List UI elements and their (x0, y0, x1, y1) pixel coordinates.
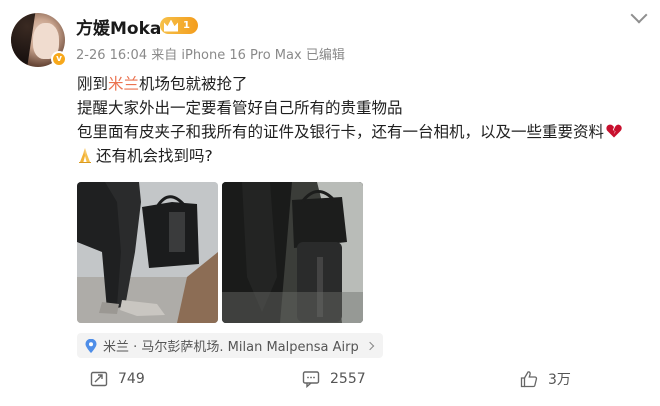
pray-icon (77, 146, 93, 163)
post-photo-2[interactable] (222, 182, 363, 323)
level-number: 1 (183, 20, 190, 31)
post-photo-1[interactable] (77, 182, 218, 323)
location-pin-icon (85, 338, 97, 353)
like-count: 3万 (548, 372, 571, 388)
chevron-down-icon[interactable] (630, 6, 648, 24)
crown-icon (164, 19, 178, 32)
comment-icon (302, 371, 320, 388)
repost-icon (90, 371, 108, 387)
like-icon (520, 371, 538, 388)
broken-heart-icon (606, 121, 622, 138)
text-line-1: 刚到米兰机场包就被抢了 (77, 75, 248, 93)
comment-button[interactable]: 2557 (302, 369, 366, 389)
level-badge[interactable]: 1 (160, 17, 198, 34)
text-line-2: 提醒大家外出一定要看管好自己所有的贵重物品 (77, 99, 403, 117)
location-text: 米兰 · 马尔彭萨机场. Milan Malpensa Airp (103, 340, 359, 355)
photo-2-illustration (222, 182, 363, 323)
chevron-right-icon (365, 341, 374, 350)
weibo-post-card: v 方媛Moka 1 2-26 16:04 来自 iPhone 16 Pro M… (0, 0, 660, 406)
like-button[interactable]: 3万 (520, 369, 571, 389)
author-name[interactable]: 方媛Moka (76, 14, 161, 39)
repost-button[interactable]: 749 (90, 369, 145, 389)
post-meta: 2-26 16:04 来自 iPhone 16 Pro Max 已编辑 (76, 48, 345, 63)
text-line-3: 包里面有皮夹子和我所有的证件及银行卡，还有一台相机，以及一些重要资料 (77, 120, 652, 144)
photo-1-illustration (77, 182, 218, 323)
verified-badge-icon: v (51, 51, 67, 67)
repost-count: 749 (118, 371, 145, 387)
comment-count: 2557 (330, 371, 366, 387)
location-link[interactable]: 米兰 (108, 75, 139, 93)
text-line-4: 还有机会找到吗? (77, 144, 652, 168)
location-tag[interactable]: 米兰 · 马尔彭萨机场. Milan Malpensa Airp (77, 333, 383, 358)
post-text: 刚到米兰机场包就被抢了 提醒大家外出一定要看管好自己所有的贵重物品 包里面有皮夹… (77, 72, 652, 168)
